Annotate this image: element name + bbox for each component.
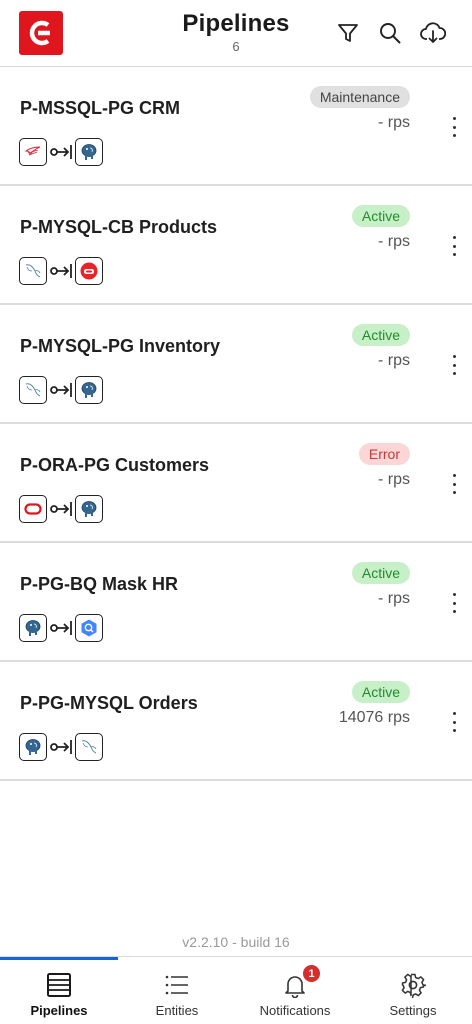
status-badge: Error [358, 443, 410, 465]
pipelines-icon [46, 972, 72, 998]
oracle-icon [19, 495, 47, 523]
status-badge: Active [351, 205, 410, 227]
filter-icon[interactable] [335, 20, 361, 46]
pipeline-name: P-MYSQL-CB Products [20, 217, 218, 237]
postgresql-icon [75, 376, 103, 404]
status-badge: Maintenance [309, 86, 410, 108]
bottom-tab-bar: Pipelines Entities 1 Notifications Setti… [0, 956, 472, 1024]
tab-label: Notifications [259, 1003, 331, 1018]
more-options-icon[interactable] [450, 474, 458, 494]
pipeline-row[interactable]: P-PG-MYSQL Orders Active 14076 rps [0, 662, 472, 781]
pipeline-rps: - rps [378, 114, 410, 131]
pipeline-list: P-MSSQL-PG CRM Maintenance - rps P-MYSQL… [0, 67, 472, 781]
more-options-icon[interactable] [450, 117, 458, 137]
pipeline-row[interactable]: P-MYSQL-CB Products Active - rps [0, 186, 472, 305]
postgresql-icon [75, 495, 103, 523]
pipeline-flow [19, 138, 103, 166]
tab-label: Entities [155, 1003, 199, 1018]
pipeline-flow [19, 376, 103, 404]
tab-label: Pipelines [30, 1003, 88, 1018]
tab-pipelines[interactable]: Pipelines [0, 957, 118, 1024]
pipeline-flow [19, 257, 103, 285]
app-header: Pipelines 6 [0, 0, 472, 67]
mysql-icon [75, 733, 103, 761]
more-options-icon[interactable] [450, 236, 458, 256]
pipeline-name: P-MSSQL-PG CRM [20, 98, 180, 118]
pipeline-flow [19, 614, 103, 642]
pipeline-rps: 14076 rps [338, 709, 410, 726]
tab-entities[interactable]: Entities [118, 957, 236, 1024]
version-label: v2.2.10 - build 16 [182, 934, 290, 950]
more-options-icon[interactable] [450, 593, 458, 613]
pipeline-rps: - rps [378, 590, 410, 607]
flow-arrow-icon [48, 733, 74, 761]
flow-arrow-icon [48, 376, 74, 404]
pipeline-name: P-PG-BQ Mask HR [20, 574, 179, 594]
couchbase-icon [75, 257, 103, 285]
pipeline-name: P-MYSQL-PG Inventory [20, 336, 221, 356]
more-options-icon[interactable] [450, 355, 458, 375]
mysql-icon [19, 376, 47, 404]
pipeline-row[interactable]: P-PG-BQ Mask HR Active - rps [0, 543, 472, 662]
flow-arrow-icon [48, 614, 74, 642]
postgresql-icon [19, 733, 47, 761]
app-logo-icon[interactable] [19, 11, 63, 55]
pipeline-flow [19, 495, 103, 523]
pipeline-name: P-ORA-PG Customers [20, 455, 210, 475]
tab-label: Settings [389, 1003, 437, 1018]
status-badge: Active [351, 324, 410, 346]
gear-icon [400, 972, 426, 998]
pipeline-rps: - rps [378, 471, 410, 488]
tab-settings[interactable]: Settings [354, 957, 472, 1024]
postgresql-icon [75, 138, 103, 166]
pipeline-row[interactable]: P-MYSQL-PG Inventory Active - rps [0, 305, 472, 424]
mysql-icon [19, 257, 47, 285]
list-icon [164, 972, 190, 998]
flow-arrow-icon [48, 495, 74, 523]
pipeline-name: P-PG-MYSQL Orders [20, 693, 198, 713]
pipeline-rps: - rps [378, 352, 410, 369]
notification-count-badge: 1 [302, 964, 321, 983]
pipeline-row[interactable]: P-ORA-PG Customers Error - rps [0, 424, 472, 543]
status-badge: Active [351, 562, 410, 584]
tab-notifications[interactable]: 1 Notifications [236, 957, 354, 1024]
pipeline-flow [19, 733, 103, 761]
more-options-icon[interactable] [450, 712, 458, 732]
cloud-download-icon[interactable] [420, 20, 446, 46]
postgresql-icon [19, 614, 47, 642]
pipeline-row[interactable]: P-MSSQL-PG CRM Maintenance - rps [0, 67, 472, 186]
search-icon[interactable] [377, 20, 403, 46]
flow-arrow-icon [48, 138, 74, 166]
pipeline-rps: - rps [378, 233, 410, 250]
mssql-icon [19, 138, 47, 166]
bigquery-icon [75, 614, 103, 642]
flow-arrow-icon [48, 257, 74, 285]
status-badge: Active [351, 681, 410, 703]
